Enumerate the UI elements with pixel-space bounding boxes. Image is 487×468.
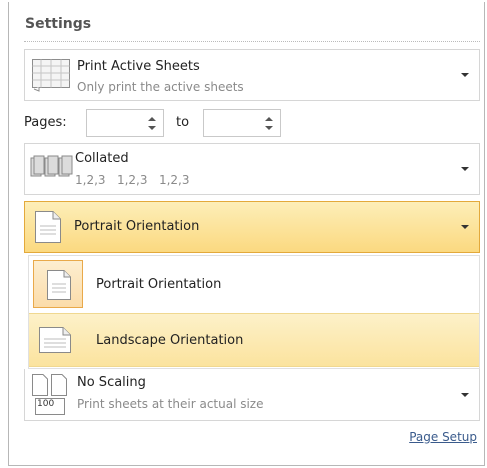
menu-item-label: Landscape Orientation [96,333,244,348]
spin-down-icon[interactable] [148,126,156,130]
spin-down-icon[interactable] [265,126,273,130]
landscape-page-icon [39,327,71,353]
spin-up-icon[interactable] [148,117,156,121]
scaling-label: No Scaling [77,375,146,390]
print-what-label: Print Active Sheets [77,59,200,74]
page-setup-link[interactable]: Page Setup [409,430,477,444]
print-what-dropdown[interactable]: Print Active Sheets Only print the activ… [24,49,480,101]
scaling-sublabel: Print sheets at their actual size [77,397,264,411]
pages-from-input[interactable] [86,109,164,137]
collation-dropdown[interactable]: Collated 1,2,3 1,2,3 1,2,3 [24,143,480,195]
selected-thumb [33,260,83,308]
orientation-menu: Portrait Orientation Landscape Orientati… [28,255,480,369]
pages-label: Pages: [24,115,67,130]
collated-pages-icon [30,155,73,177]
scaling-badge: 100 [37,399,55,409]
pages-to-label: to [176,115,190,130]
orientation-dropdown[interactable]: Portrait Orientation [24,201,480,253]
chevron-down-icon [461,73,469,77]
scaling-dropdown[interactable]: 100 No Scaling Print sheets at their act… [24,369,480,421]
pages-to-input[interactable] [203,109,281,137]
portrait-page-icon [35,211,61,243]
sheet-icon [32,59,70,92]
collation-label: Collated [75,151,129,166]
portrait-page-icon [47,270,71,300]
divider [24,41,480,42]
menu-item-label: Portrait Orientation [96,277,222,292]
print-what-sublabel: Only print the active sheets [77,80,244,94]
section-title: Settings [25,16,92,32]
menu-item-landscape[interactable]: Landscape Orientation [29,313,479,367]
chevron-down-icon [461,167,469,171]
chevron-down-icon [461,392,469,397]
orientation-selected: Portrait Orientation [74,219,200,234]
collation-sublabel: 1,2,3 1,2,3 1,2,3 [75,173,190,187]
no-scaling-icon [32,374,67,415]
menu-item-portrait[interactable]: Portrait Orientation [29,256,479,313]
spin-up-icon[interactable] [265,117,273,121]
chevron-down-icon [461,225,469,229]
